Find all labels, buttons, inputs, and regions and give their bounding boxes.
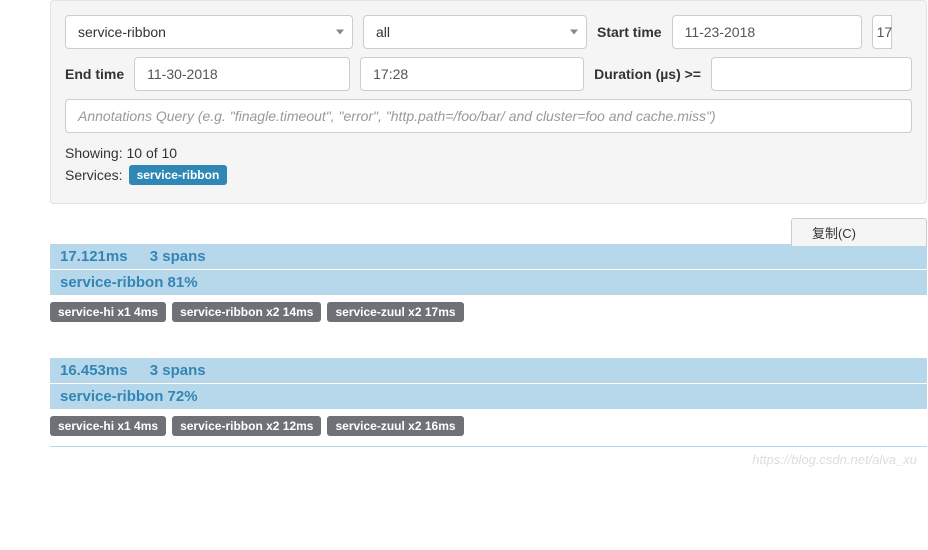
trace-tags: service-hi x1 4ms service-ribbon x2 14ms… — [50, 296, 927, 328]
start-time-label: Start time — [597, 24, 662, 40]
end-time-label: End time — [65, 66, 124, 82]
trace-duration: 17.121ms — [60, 248, 128, 265]
span-select[interactable]: all — [363, 15, 587, 49]
annotations-placeholder: Annotations Query (e.g. "finagle.timeout… — [78, 108, 716, 124]
filter-panel: service-ribbon all Start time 11-23-2018… — [50, 0, 927, 204]
services-line: Services: service-ribbon — [65, 165, 912, 185]
trace-spans: 3 spans — [150, 362, 206, 379]
trace-tags: service-hi x1 4ms service-ribbon x2 12ms… — [50, 410, 927, 442]
span-select-value: all — [376, 24, 390, 40]
service-select-value: service-ribbon — [78, 24, 166, 40]
trace-header: 17.121ms 3 spans — [50, 244, 927, 270]
start-time-extra[interactable]: 17 — [872, 15, 892, 49]
trace-item[interactable]: 17.121ms 3 spans service-ribbon 81% serv… — [50, 244, 927, 328]
trace-duration: 16.453ms — [60, 362, 128, 379]
results-panel: 复制(C) 17.121ms 3 spans service-ribbon 81… — [50, 244, 927, 447]
end-time-date-value: 11-30-2018 — [147, 66, 218, 82]
trace-service-line: service-ribbon 72% — [50, 384, 927, 410]
service-tag[interactable]: service-ribbon x2 12ms — [172, 416, 321, 436]
duration-label: Duration (µs) >= — [594, 66, 701, 82]
start-time-value: 11-23-2018 — [685, 24, 756, 40]
service-tag[interactable]: service-zuul x2 16ms — [327, 416, 463, 436]
end-time-date-input[interactable]: 11-30-2018 — [134, 57, 350, 91]
service-tag[interactable]: service-hi x1 4ms — [50, 302, 166, 322]
duration-input[interactable] — [711, 57, 912, 91]
chevron-down-icon — [336, 30, 344, 35]
annotations-query-input[interactable]: Annotations Query (e.g. "finagle.timeout… — [65, 99, 912, 133]
trace-item[interactable]: 16.453ms 3 spans service-ribbon 72% serv… — [50, 358, 927, 447]
service-tag[interactable]: service-hi x1 4ms — [50, 416, 166, 436]
showing-text: Showing: 10 of 10 — [65, 145, 912, 161]
filter-row-1: service-ribbon all Start time 11-23-2018… — [65, 15, 912, 49]
service-select[interactable]: service-ribbon — [65, 15, 353, 49]
copy-tab[interactable]: 复制(C) — [791, 218, 927, 246]
end-time-time-value: 17:28 — [373, 66, 408, 82]
service-tag[interactable]: service-ribbon x2 14ms — [172, 302, 321, 322]
start-time-input[interactable]: 11-23-2018 — [672, 15, 862, 49]
watermark: https://blog.csdn.net/alva_xu — [752, 452, 917, 467]
service-badge[interactable]: service-ribbon — [129, 165, 228, 185]
filter-row-2: End time 11-30-2018 17:28 Duration (µs) … — [65, 57, 912, 91]
start-time-extra-value: 17 — [877, 24, 893, 40]
service-tag[interactable]: service-zuul x2 17ms — [327, 302, 463, 322]
trace-service-line: service-ribbon 81% — [50, 270, 927, 296]
separator — [50, 446, 927, 447]
trace-spans: 3 spans — [150, 248, 206, 265]
end-time-time-input[interactable]: 17:28 — [360, 57, 584, 91]
trace-header: 16.453ms 3 spans — [50, 358, 927, 384]
chevron-down-icon — [570, 30, 578, 35]
services-label: Services: — [65, 167, 123, 183]
